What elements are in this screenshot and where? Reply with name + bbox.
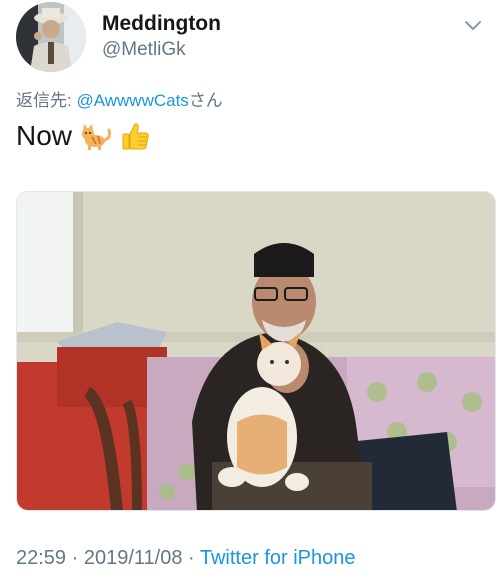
tweet-header: Meddington @MetliGk (16, 0, 484, 74)
tweet-metadata: 22:59 · 2019/11/08 · Twitter for iPhone (16, 547, 355, 570)
timestamp[interactable]: 22:59 · 2019/11/08 · (16, 547, 200, 569)
reply-prefix: 返信先: (16, 91, 77, 110)
avatar[interactable] (16, 2, 86, 72)
chevron-down-icon[interactable] (462, 14, 484, 36)
cat-emoji (80, 120, 112, 152)
tweet-source-link[interactable]: Twitter for iPhone (200, 547, 356, 569)
reply-to-link[interactable]: @AwwwwCats (76, 91, 188, 110)
reply-suffix: さん (188, 91, 223, 110)
tweet-body: Now (16, 120, 73, 151)
reply-context: 返信先: @AwwwwCatsさん (16, 86, 223, 111)
tweet-photo[interactable] (16, 191, 496, 511)
thumbs-up-emoji (120, 120, 152, 152)
user-handle[interactable]: @MetliGk (102, 38, 221, 62)
tweet-text: Now (16, 120, 152, 152)
display-name[interactable]: Meddington (102, 12, 221, 36)
